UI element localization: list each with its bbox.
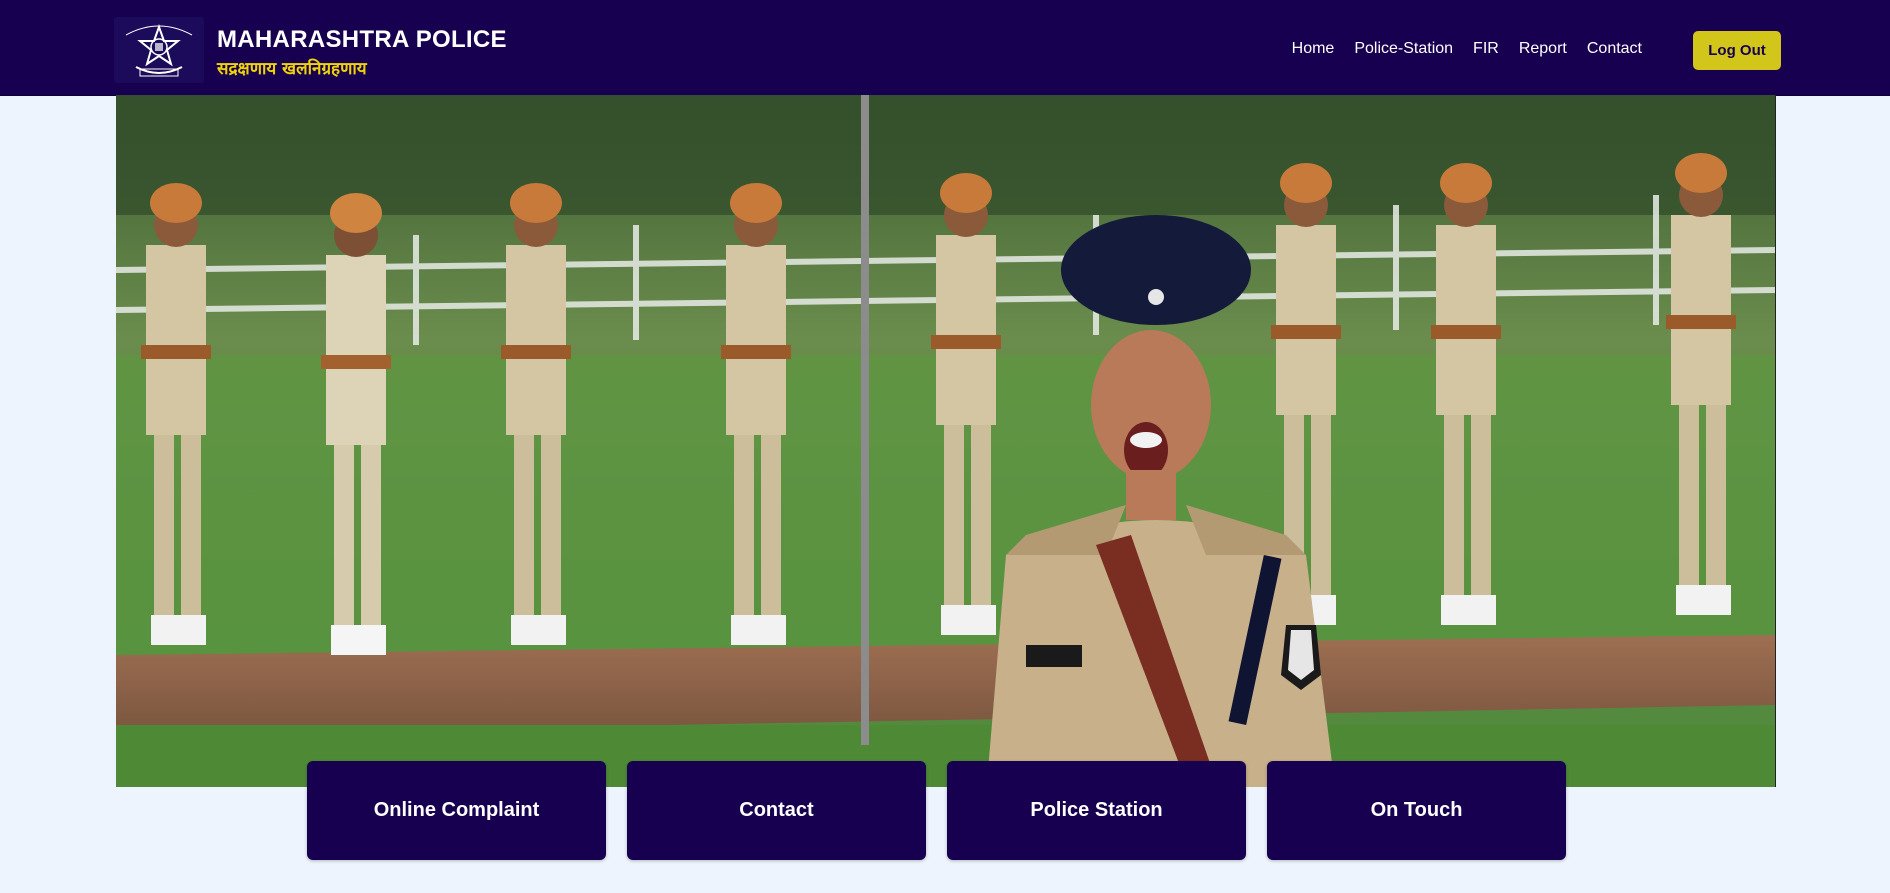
hero-banner (116, 95, 1776, 787)
police-emblem-icon (114, 17, 204, 83)
police-parade-photo (116, 95, 1775, 787)
site-title: MAHARASHTRA POLICE (217, 26, 507, 53)
logout-button[interactable]: Log Out (1693, 31, 1781, 70)
on-touch-card[interactable]: On Touch (1267, 761, 1566, 860)
nav-home[interactable]: Home (1292, 40, 1335, 58)
nav-report[interactable]: Report (1519, 40, 1567, 58)
police-logo[interactable] (112, 16, 206, 84)
quick-links: Online Complaint Contact Police Station … (307, 761, 1566, 860)
navbar: MAHARASHTRA POLICE सद्रक्षणाय खलनिग्रहणा… (0, 0, 1890, 96)
nav-fir[interactable]: FIR (1473, 40, 1499, 58)
police-station-card[interactable]: Police Station (947, 761, 1246, 860)
site-motto: सद्रक्षणाय खलनिग्रहणाय (217, 59, 367, 79)
main-nav: Home Police-Station FIR Report Contact (1292, 40, 1642, 58)
nav-contact[interactable]: Contact (1587, 40, 1642, 58)
online-complaint-card[interactable]: Online Complaint (307, 761, 606, 860)
nav-police-station[interactable]: Police-Station (1354, 40, 1453, 58)
contact-card[interactable]: Contact (627, 761, 926, 860)
